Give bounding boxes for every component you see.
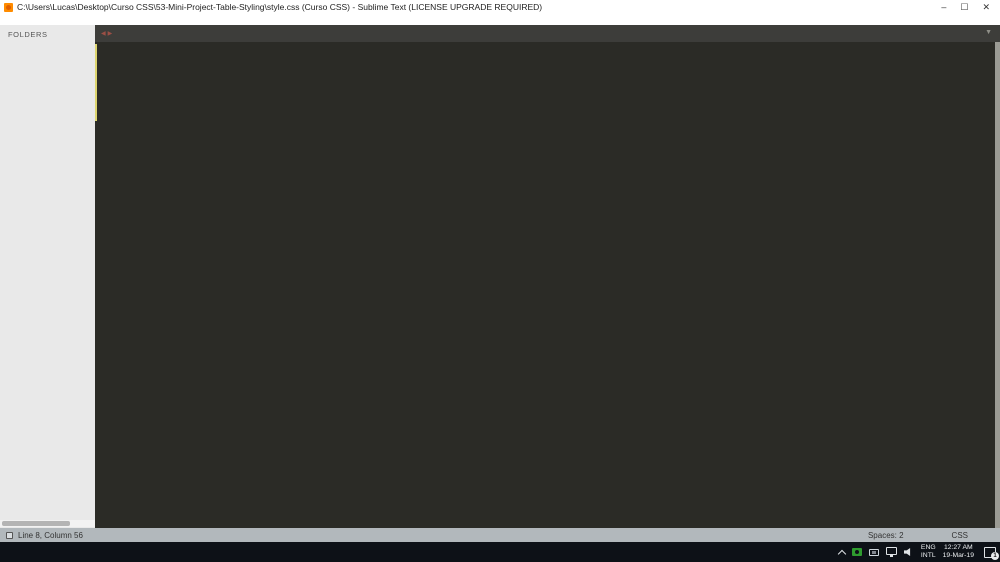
- tab-nav-right-icon[interactable]: ▶: [108, 30, 113, 37]
- tab-nav-left-icon[interactable]: ◀: [101, 30, 106, 37]
- modified-lines-indicator: [95, 44, 97, 121]
- title-bar: C:\Users\Lucas\Desktop\Curso CSS\53-Mini…: [0, 0, 1000, 14]
- sidebar-horizontal-scrollbar[interactable]: [0, 520, 95, 527]
- language-indicator[interactable]: ENG INTL: [921, 544, 936, 560]
- language-line1: ENG: [920, 544, 936, 551]
- hidden-icons-chevron-icon[interactable]: [837, 549, 847, 558]
- volume-tray-icon[interactable]: [903, 547, 911, 557]
- menu-bar: [0, 14, 1000, 25]
- window-title: C:\Users\Lucas\Desktop\Curso CSS\53-Mini…: [17, 2, 543, 12]
- maximize-button[interactable]: ☐: [960, 2, 968, 12]
- close-button[interactable]: ✕: [982, 2, 990, 12]
- folders-header: FOLDERS: [8, 30, 48, 39]
- status-bar: Line 8, Column 56 Spaces: 2 CSS: [0, 528, 1000, 542]
- time-label: 12:27 AM: [943, 544, 973, 551]
- sidebar: FOLDERS: [0, 25, 95, 528]
- cursor-position: Line 8, Column 56: [18, 530, 83, 540]
- windows-taskbar: ENG INTL 12:27 AM 19-Mar-19 1: [0, 542, 1000, 562]
- language-line2: INTL: [920, 552, 936, 559]
- file-tree: [0, 42, 95, 520]
- clock[interactable]: 12:27 AM 19-Mar-19: [943, 544, 974, 560]
- notification-badge: 1: [991, 551, 999, 560]
- display-tray-icon[interactable]: [885, 547, 897, 557]
- sublime-logo-icon: [4, 2, 13, 12]
- editor-scrollbar[interactable]: [995, 42, 1000, 528]
- device-tray-icon[interactable]: [868, 548, 879, 556]
- tab-bar: ◀ ▶ ▼: [95, 25, 1000, 42]
- indent-setting[interactable]: Spaces: 2: [868, 531, 904, 540]
- action-center-icon[interactable]: 1: [984, 546, 999, 560]
- date-label: 19-Mar-19: [942, 552, 974, 559]
- desktop: C:\Users\Lucas\Desktop\Curso CSS\53-Mini…: [0, 0, 1000, 562]
- minimize-button[interactable]: –: [941, 2, 946, 12]
- code-editor[interactable]: [95, 42, 1000, 528]
- system-tray: ENG INTL 12:27 AM 19-Mar-19 1: [837, 542, 1000, 562]
- gpu-tray-icon[interactable]: [851, 548, 862, 556]
- status-icon: [6, 531, 13, 539]
- scrollbar-thumb[interactable]: [2, 521, 71, 526]
- syntax-mode[interactable]: CSS: [952, 531, 968, 540]
- tab-overflow-icon[interactable]: ▼: [985, 29, 992, 36]
